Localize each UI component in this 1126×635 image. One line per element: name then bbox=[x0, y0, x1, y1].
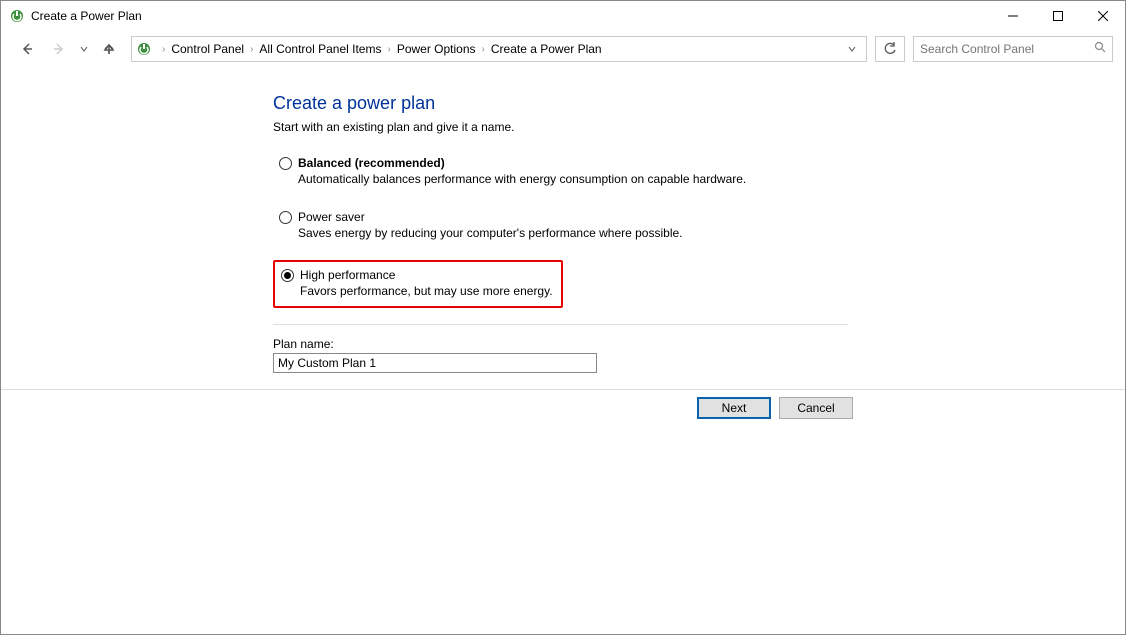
window-title: Create a Power Plan bbox=[31, 9, 990, 23]
minimize-button[interactable] bbox=[990, 1, 1035, 31]
back-button[interactable] bbox=[13, 35, 41, 63]
radio-button[interactable] bbox=[281, 269, 294, 282]
window-controls bbox=[990, 1, 1125, 31]
chevron-right-icon[interactable]: › bbox=[162, 44, 165, 55]
power-options-icon bbox=[136, 41, 152, 57]
plan-label: Power saver bbox=[298, 210, 365, 224]
plan-name-input[interactable] bbox=[273, 353, 597, 373]
forward-button[interactable] bbox=[45, 35, 73, 63]
main-content: Create a power plan Start with an existi… bbox=[1, 67, 1125, 373]
plan-name-label: Plan name: bbox=[273, 337, 1125, 351]
plan-label: High performance bbox=[300, 268, 395, 282]
search-icon[interactable] bbox=[1094, 40, 1106, 58]
address-bar[interactable]: › Control Panel › All Control Panel Item… bbox=[131, 36, 867, 62]
footer: Next Cancel bbox=[1, 397, 1125, 419]
divider bbox=[1, 389, 1125, 390]
chevron-right-icon[interactable]: › bbox=[482, 44, 485, 55]
plan-description: Automatically balances performance with … bbox=[298, 172, 1119, 186]
address-dropdown[interactable] bbox=[842, 37, 862, 61]
maximize-button[interactable] bbox=[1035, 1, 1080, 31]
breadcrumb-item[interactable]: Control Panel bbox=[169, 42, 246, 56]
chevron-right-icon[interactable]: › bbox=[250, 44, 253, 55]
search-input[interactable] bbox=[920, 42, 1094, 56]
divider bbox=[273, 324, 848, 325]
search-box[interactable] bbox=[913, 36, 1113, 62]
chevron-right-icon[interactable]: › bbox=[387, 44, 390, 55]
plan-label: Balanced (recommended) bbox=[298, 156, 445, 170]
next-button[interactable]: Next bbox=[697, 397, 771, 419]
history-dropdown[interactable] bbox=[77, 45, 91, 53]
plan-option-balanced[interactable]: Balanced (recommended) Automatically bal… bbox=[273, 152, 1125, 190]
up-button[interactable] bbox=[95, 35, 123, 63]
cancel-button[interactable]: Cancel bbox=[779, 397, 853, 419]
plan-option-powersaver[interactable]: Power saver Saves energy by reducing you… bbox=[273, 206, 1125, 244]
power-options-icon bbox=[9, 8, 25, 24]
plan-description: Saves energy by reducing your computer's… bbox=[298, 226, 1119, 240]
breadcrumb-item[interactable]: All Control Panel Items bbox=[257, 42, 383, 56]
radio-button[interactable] bbox=[279, 157, 292, 170]
nav-bar: › Control Panel › All Control Panel Item… bbox=[1, 31, 1125, 67]
breadcrumb-item[interactable]: Power Options bbox=[395, 42, 478, 56]
radio-button[interactable] bbox=[279, 211, 292, 224]
refresh-button[interactable] bbox=[875, 36, 905, 62]
page-title: Create a power plan bbox=[273, 93, 1125, 114]
plan-option-highperformance[interactable]: High performance Favors performance, but… bbox=[273, 260, 563, 308]
plan-description: Favors performance, but may use more ene… bbox=[300, 284, 555, 298]
title-bar: Create a Power Plan bbox=[1, 1, 1125, 31]
breadcrumb-item[interactable]: Create a Power Plan bbox=[489, 42, 604, 56]
page-subtitle: Start with an existing plan and give it … bbox=[273, 120, 1125, 134]
close-button[interactable] bbox=[1080, 1, 1125, 31]
